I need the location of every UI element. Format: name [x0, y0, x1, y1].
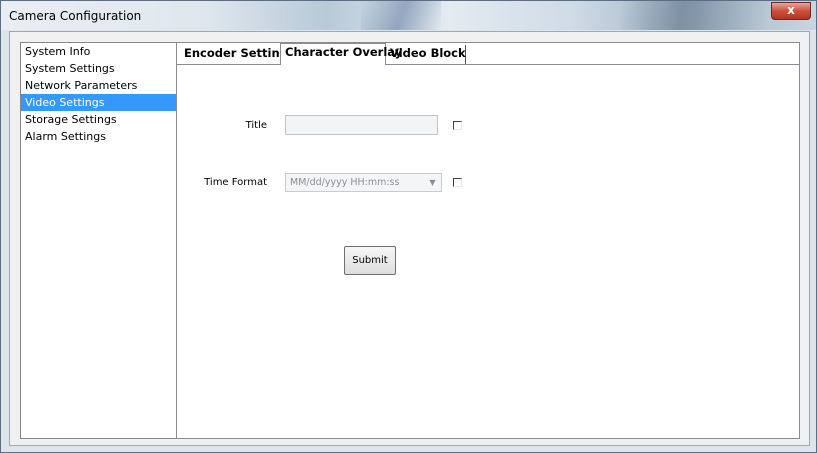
tab-encoder-settings[interactable]: Encoder Settings — [180, 45, 295, 64]
title-bar-decoration — [621, 1, 771, 30]
tab-divider — [177, 64, 799, 65]
nav-item-network-parameters[interactable]: Network Parameters — [21, 77, 179, 94]
time-format-label: Time Format — [204, 177, 267, 188]
time-format-overlay-checkbox[interactable] — [453, 178, 462, 187]
window-title: Camera Configuration — [9, 9, 142, 23]
client-area: System Info System Settings Network Para… — [9, 31, 810, 446]
title-bar[interactable]: Camera Configuration x — [1, 1, 816, 30]
settings-nav-list[interactable]: System Info System Settings Network Para… — [20, 42, 180, 439]
submit-button[interactable]: Submit — [344, 246, 396, 275]
nav-item-video-settings[interactable]: Video Settings — [21, 94, 179, 111]
tab-character-overlay[interactable]: Character Overlay — [280, 43, 402, 65]
tab-video-block[interactable]: Video Block — [387, 45, 466, 64]
nav-item-system-settings[interactable]: System Settings — [21, 60, 179, 77]
title-overlay-checkbox[interactable] — [453, 121, 462, 130]
nav-item-storage-settings[interactable]: Storage Settings — [21, 111, 179, 128]
nav-item-alarm-settings[interactable]: Alarm Settings — [21, 128, 179, 145]
camera-config-window: Camera Configuration x System Info Syste… — [0, 0, 817, 453]
nav-item-system-info[interactable]: System Info — [21, 43, 179, 60]
tab-panel: Encoder Settings Character Overlay Video… — [176, 42, 800, 439]
time-format-select[interactable]: MM/dd/yyyy HH:mm:ss ▼ — [285, 173, 442, 192]
chevron-down-icon[interactable]: ▼ — [425, 175, 440, 190]
title-bar-decoration — [361, 1, 441, 30]
title-label: Title — [245, 120, 267, 131]
title-input[interactable] — [285, 115, 438, 135]
time-format-value: MM/dd/yyyy HH:mm:ss — [290, 177, 400, 188]
close-button[interactable]: x — [771, 2, 811, 20]
close-icon: x — [787, 3, 795, 17]
